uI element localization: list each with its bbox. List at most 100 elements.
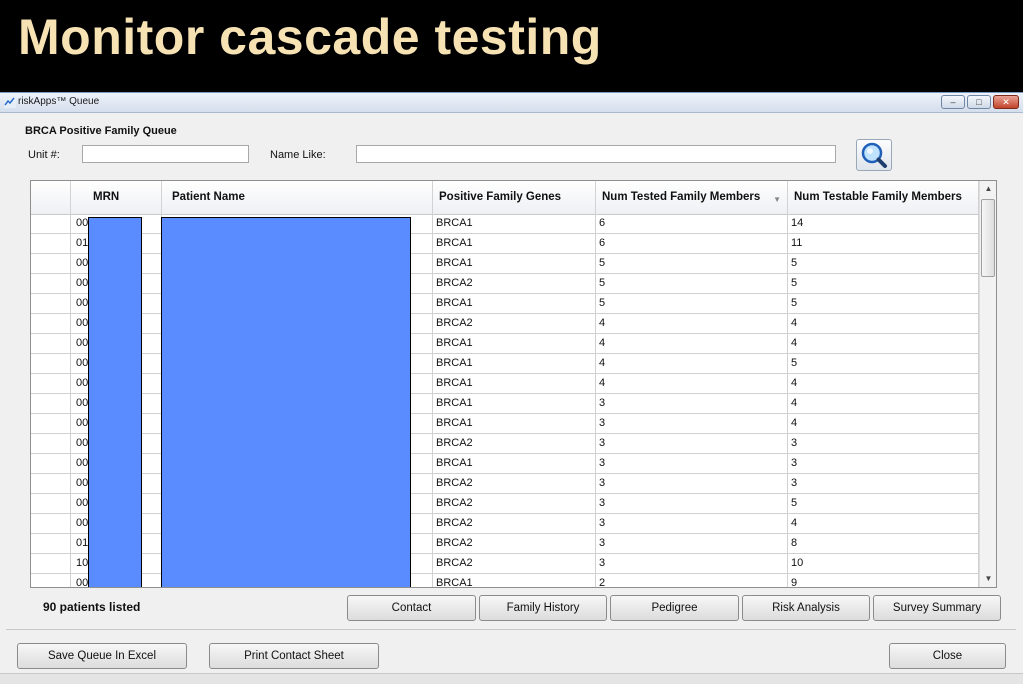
cell-gene: BRCA1	[433, 414, 596, 433]
cell-testable: 4	[788, 314, 979, 333]
slide-title: Monitor cascade testing	[18, 9, 602, 65]
title-bar: riskApps™ Queue – □ ✕	[0, 93, 1023, 113]
scroll-down-arrow-icon[interactable]: ▼	[980, 571, 996, 587]
cell-testable: 4	[788, 514, 979, 533]
cell-gene: BRCA1	[433, 234, 596, 253]
cell-gene: BRCA1	[433, 294, 596, 313]
mrn-redaction	[88, 217, 142, 587]
contact-button[interactable]: Contact	[347, 595, 476, 621]
cell-tested: 5	[596, 294, 788, 313]
cell-tested: 3	[596, 534, 788, 553]
cell-testable: 4	[788, 394, 979, 413]
scroll-thumb[interactable]	[981, 199, 995, 277]
cell-gene: BRCA1	[433, 254, 596, 273]
grid-header: MRN Patient Name Positive Family Genes N…	[31, 181, 979, 215]
row-header-cell	[31, 414, 71, 433]
window-controls: – □ ✕	[941, 95, 1019, 109]
cell-gene: BRCA1	[433, 354, 596, 373]
risk-analysis-button[interactable]: Risk Analysis	[742, 595, 870, 621]
save-excel-button[interactable]: Save Queue In Excel	[17, 643, 187, 669]
row-header-cell	[31, 274, 71, 293]
cell-testable: 3	[788, 434, 979, 453]
col-header-patient-name[interactable]: Patient Name	[162, 181, 433, 214]
row-header-cell	[31, 374, 71, 393]
cell-tested: 4	[596, 334, 788, 353]
cell-tested: 3	[596, 514, 788, 533]
row-header-cell	[31, 294, 71, 313]
minimize-button[interactable]: –	[941, 95, 965, 109]
row-header-cell	[31, 454, 71, 473]
row-header-cell	[31, 434, 71, 453]
patient-grid: MRN Patient Name Positive Family Genes N…	[30, 180, 997, 588]
cell-tested: 5	[596, 274, 788, 293]
col-header-mrn[interactable]: MRN	[71, 181, 162, 214]
queue-window: riskApps™ Queue – □ ✕ BRCA Positive Fami…	[0, 92, 1023, 684]
row-header-cell	[31, 214, 71, 233]
cell-tested: 6	[596, 214, 788, 233]
cell-tested: 6	[596, 234, 788, 253]
col-header-tested-label: Num Tested Family Members	[602, 191, 761, 203]
cell-testable: 4	[788, 414, 979, 433]
cell-gene: BRCA1	[433, 454, 596, 473]
cell-tested: 3	[596, 494, 788, 513]
close-window-button[interactable]: ✕	[993, 95, 1019, 109]
cell-testable: 4	[788, 374, 979, 393]
cell-testable: 3	[788, 474, 979, 493]
cell-gene: BRCA1	[433, 574, 596, 587]
cell-tested: 3	[596, 434, 788, 453]
col-header-tested[interactable]: Num Tested Family Members ▼	[596, 181, 788, 214]
vertical-scrollbar[interactable]: ▲ ▼	[979, 181, 996, 587]
cell-testable: 5	[788, 494, 979, 513]
scroll-up-arrow-icon[interactable]: ▲	[980, 181, 996, 197]
cell-tested: 3	[596, 414, 788, 433]
cell-tested: 4	[596, 354, 788, 373]
row-header-cell	[31, 494, 71, 513]
cell-gene: BRCA2	[433, 534, 596, 553]
unit-input[interactable]	[82, 145, 249, 163]
row-header-cell	[31, 534, 71, 553]
row-header-cell	[31, 554, 71, 573]
cell-testable: 3	[788, 454, 979, 473]
row-header-cell	[31, 234, 71, 253]
status-bar	[0, 673, 1023, 684]
cell-gene: BRCA2	[433, 514, 596, 533]
cell-tested: 3	[596, 474, 788, 493]
row-header-cell	[31, 514, 71, 533]
group-label: BRCA Positive Family Queue	[25, 125, 177, 137]
cell-tested: 3	[596, 394, 788, 413]
survey-summary-button[interactable]: Survey Summary	[873, 595, 1001, 621]
cell-testable: 14	[788, 214, 979, 233]
cell-gene: BRCA2	[433, 434, 596, 453]
cell-tested: 3	[596, 554, 788, 573]
cell-testable: 5	[788, 294, 979, 313]
col-header-testable[interactable]: Num Testable Family Members	[788, 181, 979, 214]
app-icon	[4, 96, 16, 108]
cell-testable: 8	[788, 534, 979, 553]
close-button[interactable]: Close	[889, 643, 1006, 669]
cell-tested: 4	[596, 374, 788, 393]
row-header-cell	[31, 574, 71, 587]
patient-count: 90 patients listed	[43, 600, 141, 614]
name-like-input[interactable]	[356, 145, 836, 163]
cell-testable: 4	[788, 334, 979, 353]
row-header-cell	[31, 314, 71, 333]
row-header-cell	[31, 254, 71, 273]
search-button[interactable]	[856, 139, 892, 171]
print-contact-button[interactable]: Print Contact Sheet	[209, 643, 379, 669]
cell-testable: 5	[788, 354, 979, 373]
cell-testable: 5	[788, 274, 979, 293]
col-header-genes[interactable]: Positive Family Genes	[433, 181, 596, 214]
maximize-button[interactable]: □	[967, 95, 991, 109]
pedigree-button[interactable]: Pedigree	[610, 595, 739, 621]
sort-arrow-icon: ▼	[773, 195, 781, 204]
cell-gene: BRCA2	[433, 474, 596, 493]
cell-tested: 5	[596, 254, 788, 273]
row-header-cell	[31, 474, 71, 493]
cell-testable: 5	[788, 254, 979, 273]
cell-tested: 2	[596, 574, 788, 587]
family-history-button[interactable]: Family History	[479, 595, 607, 621]
cell-testable: 11	[788, 234, 979, 253]
cell-gene: BRCA2	[433, 274, 596, 293]
cell-testable: 9	[788, 574, 979, 587]
row-header-cell	[31, 394, 71, 413]
